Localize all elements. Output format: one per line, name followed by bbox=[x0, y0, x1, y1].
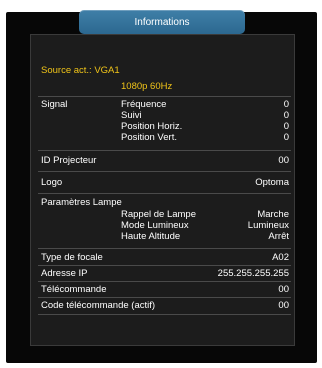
telecommande-label: Télécommande bbox=[41, 284, 107, 295]
logo-value: Optoma bbox=[255, 177, 289, 188]
source-resolution: 1080p 60Hz bbox=[121, 81, 173, 92]
focale-label: Type de focale bbox=[41, 252, 103, 263]
id-projecteur-label: ID Projecteur bbox=[41, 155, 97, 166]
telecommande-actif-label: Code télécommande (actif) bbox=[41, 300, 156, 311]
divider bbox=[38, 265, 291, 266]
divider bbox=[38, 281, 291, 282]
divider bbox=[38, 171, 291, 172]
ip-label: Adresse IP bbox=[41, 268, 88, 279]
signal-label: Signal bbox=[41, 99, 68, 110]
id-projecteur-value: 00 bbox=[278, 155, 289, 166]
logo-label: Logo bbox=[41, 177, 63, 188]
divider bbox=[38, 193, 291, 194]
source-label: Source act.: VGA1 bbox=[41, 65, 120, 76]
divider bbox=[38, 297, 291, 298]
focale-value: A02 bbox=[272, 252, 289, 263]
lampe-label: Paramètres Lampe bbox=[41, 197, 122, 208]
ip-value: 255.255.255.255 bbox=[217, 268, 289, 279]
tab-informations[interactable]: Informations bbox=[79, 10, 245, 34]
signal-row-name: Position Vert. bbox=[121, 132, 177, 143]
divider bbox=[38, 150, 291, 151]
signal-row-value: 0 bbox=[283, 132, 289, 143]
divider bbox=[38, 314, 291, 315]
lampe-row-value: Arrêt bbox=[268, 231, 289, 242]
lampe-row-name: Haute Altitude bbox=[121, 231, 181, 242]
divider bbox=[38, 96, 291, 97]
telecommande-actif-value: 00 bbox=[278, 300, 289, 311]
telecommande-value: 00 bbox=[278, 284, 289, 295]
divider bbox=[38, 248, 291, 249]
